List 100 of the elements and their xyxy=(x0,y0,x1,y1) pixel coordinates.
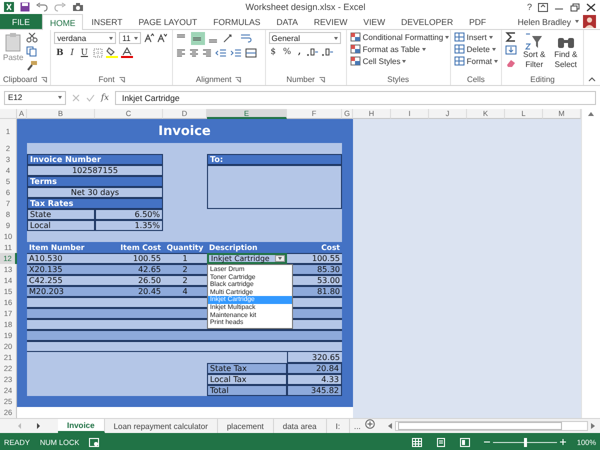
decrease-decimal-icon[interactable] xyxy=(320,47,333,57)
dialog-launcher-icon[interactable] xyxy=(235,76,242,82)
align-left-icon[interactable] xyxy=(176,48,186,58)
table-cell[interactable]: 42.65 xyxy=(95,264,163,275)
close-icon[interactable] xyxy=(586,2,596,12)
table-cell[interactable]: 4.33 xyxy=(287,374,342,385)
page-layout-view-icon[interactable] xyxy=(436,438,446,446)
merge-cells-icon[interactable] xyxy=(244,48,257,58)
table-cell[interactable]: 345.82 xyxy=(287,385,342,396)
percent-button[interactable]: % xyxy=(280,47,294,57)
number-format-field[interactable]: General xyxy=(268,32,341,44)
paste-button[interactable]: Paste xyxy=(3,32,24,74)
table-cell[interactable]: 102587155 xyxy=(27,165,163,176)
fill-down-icon[interactable] xyxy=(505,45,517,55)
save-icon[interactable] xyxy=(20,2,30,12)
cells-command[interactable]: Delete xyxy=(454,44,498,54)
zoom-in-icon[interactable] xyxy=(560,439,566,445)
grow-font-icon[interactable] xyxy=(144,33,154,43)
ribbon-display-icon[interactable] xyxy=(538,2,548,12)
dialog-launcher-icon[interactable] xyxy=(118,76,125,82)
shrink-font-icon[interactable] xyxy=(157,33,168,43)
decrease-indent-icon[interactable] xyxy=(214,48,227,58)
table-cell[interactable]: 20.45 xyxy=(95,286,163,297)
horizontal-scrollbar[interactable] xyxy=(394,421,588,431)
ribbon-tab[interactable]: FORMULAS xyxy=(205,14,268,29)
camera-icon[interactable] xyxy=(72,2,84,12)
ribbon-tab[interactable]: PAGE LAYOUT xyxy=(130,14,206,29)
collapse-ribbon-icon[interactable] xyxy=(588,77,596,82)
fill-color-icon[interactable] xyxy=(106,47,118,58)
font-size-field[interactable]: 11 xyxy=(119,32,142,44)
cells-command[interactable]: Insert xyxy=(454,32,498,42)
table-cell[interactable]: M20.203 xyxy=(27,286,95,297)
dropdown-button[interactable] xyxy=(275,255,285,262)
insert-function-button[interactable]: fx xyxy=(101,92,109,102)
align-center-icon[interactable] xyxy=(188,48,199,58)
table-cell[interactable]: Local Tax xyxy=(207,374,287,385)
scroll-right-icon[interactable] xyxy=(590,422,596,430)
increase-indent-icon[interactable] xyxy=(230,48,242,58)
page-break-view-icon[interactable] xyxy=(460,438,470,446)
sheet-tab[interactable]: Invoice xyxy=(58,419,105,433)
more-sheets-button[interactable]: ... xyxy=(350,419,365,433)
ribbon-tab[interactable]: DATA xyxy=(268,14,306,29)
table-cell[interactable]: Total xyxy=(207,385,287,396)
table-cell[interactable]: 2 xyxy=(163,264,207,275)
table-cell[interactable]: X20.135 xyxy=(27,264,95,275)
table-cell[interactable]: 6.50% xyxy=(95,209,163,220)
next-sheet-icon[interactable] xyxy=(36,423,41,429)
table-cell[interactable]: Local xyxy=(27,220,95,231)
ribbon-tab[interactable]: PDF xyxy=(461,14,494,29)
sum-icon[interactable] xyxy=(505,32,517,42)
table-cell[interactable]: 20.84 xyxy=(287,363,342,374)
avatar-icon[interactable] xyxy=(583,15,596,28)
table-cell[interactable]: 1.35% xyxy=(95,220,163,231)
borders-icon[interactable] xyxy=(92,48,103,58)
ribbon-tab[interactable]: REVIEW xyxy=(306,14,356,29)
wrap-text-icon[interactable] xyxy=(240,33,252,44)
formula-field[interactable]: Inkjet Cartridge xyxy=(114,90,596,104)
dialog-launcher-icon[interactable] xyxy=(41,76,48,82)
table-cell[interactable]: Net 30 days xyxy=(27,187,163,198)
empty-row[interactable] xyxy=(27,341,342,352)
zoom-out-icon[interactable] xyxy=(484,439,490,445)
sort-filter-button[interactable]: Sort & Filter xyxy=(520,32,548,74)
ribbon-tab[interactable]: FILE xyxy=(0,14,42,29)
styles-command[interactable]: Conditional Formatting xyxy=(350,32,450,42)
styles-command[interactable]: Cell Styles xyxy=(350,56,450,66)
increase-decimal-icon[interactable] xyxy=(306,47,318,57)
scroll-up-icon[interactable] xyxy=(587,111,595,117)
ribbon-tab[interactable]: HOME xyxy=(42,14,84,30)
zoom-thumb[interactable] xyxy=(524,438,527,446)
copy-icon[interactable] xyxy=(26,46,38,57)
dialog-launcher-icon[interactable] xyxy=(318,76,325,82)
table-cell[interactable]: State xyxy=(27,209,95,220)
restore-icon[interactable] xyxy=(570,2,580,12)
ribbon-tab[interactable]: INSERT xyxy=(83,14,130,29)
cells-command[interactable]: Format xyxy=(454,56,498,66)
bold-button[interactable]: B xyxy=(54,48,66,58)
macro-record-icon[interactable] xyxy=(89,438,100,446)
undo-icon[interactable] xyxy=(36,2,48,12)
align-right-icon[interactable] xyxy=(202,48,212,58)
table-cell[interactable]: 4 xyxy=(163,286,207,297)
font-color-icon[interactable] xyxy=(120,47,133,58)
normal-view-icon[interactable] xyxy=(412,438,422,446)
table-cell[interactable]: State Tax xyxy=(207,363,287,374)
user-name[interactable]: Helen Bradley xyxy=(518,16,571,26)
address-box[interactable] xyxy=(207,165,342,209)
add-sheet-icon[interactable] xyxy=(364,419,375,429)
eraser-icon[interactable] xyxy=(505,58,517,68)
empty-row[interactable] xyxy=(27,330,342,341)
italic-button[interactable]: I xyxy=(68,48,76,58)
excel-logo-icon[interactable] xyxy=(4,2,14,12)
ribbon-tab[interactable]: VIEW xyxy=(355,14,394,29)
ribbon-tab[interactable]: DEVELOPER xyxy=(393,14,462,29)
underline-button[interactable]: U xyxy=(78,48,90,58)
brush-icon[interactable] xyxy=(26,60,38,71)
name-box[interactable]: E12 xyxy=(4,90,66,104)
font-name-field[interactable]: verdana xyxy=(54,32,116,44)
find-select-button[interactable]: Find & Select xyxy=(552,32,580,74)
comma-button[interactable]: , xyxy=(296,47,303,57)
cut-icon[interactable] xyxy=(26,32,38,43)
currency-button[interactable]: $ xyxy=(268,47,278,57)
